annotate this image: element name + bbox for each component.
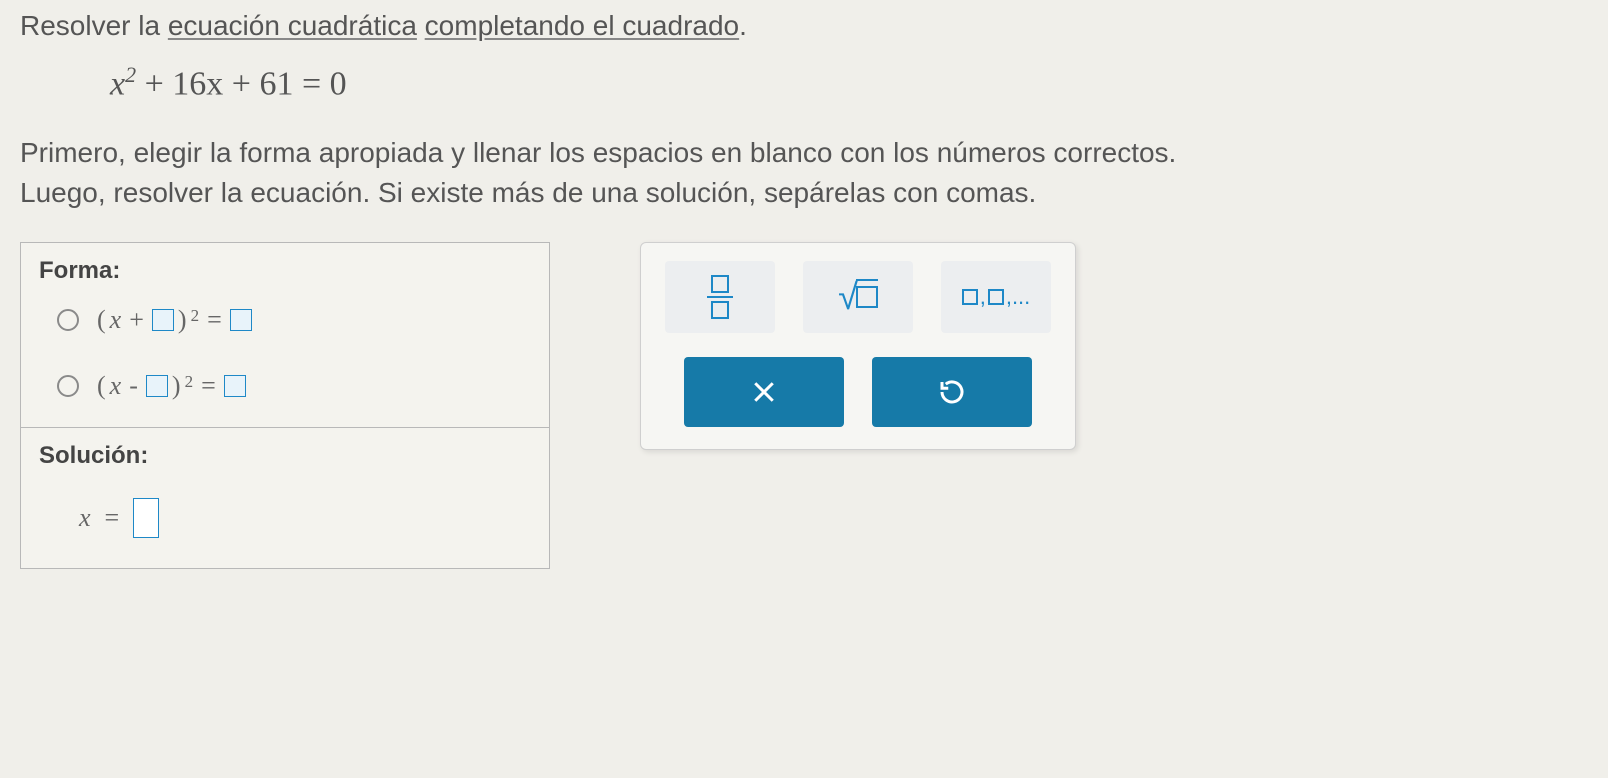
fraction-button[interactable] bbox=[665, 261, 775, 333]
x-icon bbox=[749, 377, 779, 407]
list-button[interactable]: ,,... bbox=[941, 261, 1051, 333]
radio-icon[interactable] bbox=[57, 309, 79, 331]
blank-input[interactable] bbox=[152, 309, 174, 331]
problem-statement: Resolver la ecuación cuadrática completa… bbox=[20, 10, 1588, 42]
math-toolbox: √ ,,... bbox=[640, 242, 1076, 450]
solucion-header: Solución: bbox=[39, 442, 531, 470]
instructions: Primero, elegir la forma apropiada y lle… bbox=[20, 133, 1588, 211]
sqrt-button[interactable]: √ bbox=[803, 261, 913, 333]
undo-icon bbox=[937, 377, 967, 407]
blank-input[interactable] bbox=[224, 375, 246, 397]
link-completing-square[interactable]: completando el cuadrado bbox=[425, 10, 739, 41]
forma-header: Forma: bbox=[21, 243, 549, 295]
answer-panel: Forma: (x + )2 = (x - )2 = Solución: bbox=[20, 242, 550, 569]
instructions-line-1: Primero, elegir la forma apropiada y lle… bbox=[20, 133, 1588, 172]
fraction-icon bbox=[707, 275, 733, 319]
link-quadratic-equation[interactable]: ecuación cuadrática bbox=[168, 10, 417, 41]
prompt-prefix: Resolver la bbox=[20, 10, 168, 41]
problem-equation: x2 + 16x + 61 = 0 bbox=[110, 62, 1588, 103]
reset-button[interactable] bbox=[872, 357, 1032, 427]
option-plus[interactable]: (x + )2 = bbox=[21, 295, 549, 361]
solution-input[interactable] bbox=[133, 498, 159, 538]
radio-icon[interactable] bbox=[57, 375, 79, 397]
instructions-line-2: Luego, resolver la ecuación. Si existe m… bbox=[20, 173, 1588, 212]
blank-input[interactable] bbox=[146, 375, 168, 397]
list-icon: ,,... bbox=[962, 284, 1031, 310]
clear-button[interactable] bbox=[684, 357, 844, 427]
sqrt-icon: √ bbox=[838, 279, 878, 315]
blank-input[interactable] bbox=[230, 309, 252, 331]
option-minus[interactable]: (x - )2 = bbox=[21, 361, 549, 427]
solution-equation: x = bbox=[39, 498, 531, 538]
